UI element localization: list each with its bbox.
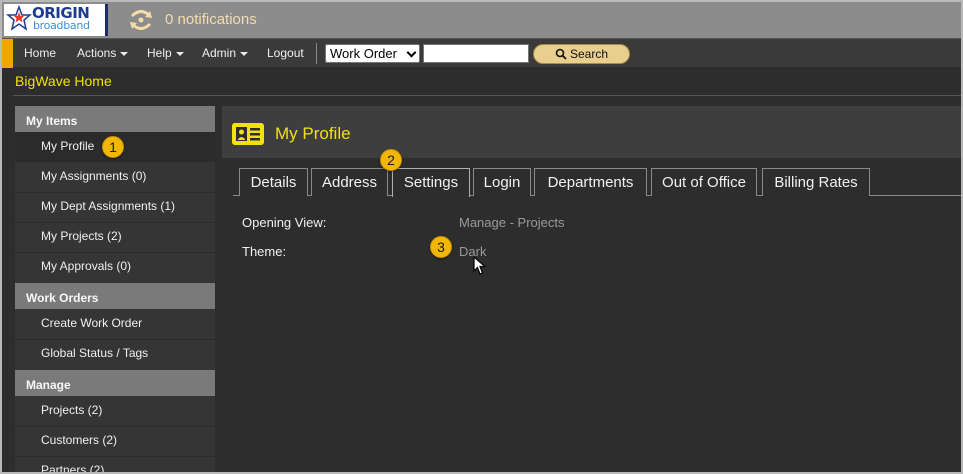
- notifications-icon[interactable]: [128, 8, 154, 32]
- tab-departments[interactable]: Departments: [534, 168, 647, 196]
- sidebar-item-global-status-tags[interactable]: Global Status / Tags: [15, 339, 215, 369]
- top-bar: ORIGIN broadband 0 notifications: [2, 2, 961, 38]
- sidebar-section-work-orders: Work Orders: [15, 283, 215, 309]
- chevron-down-icon: [240, 51, 249, 56]
- menu-divider: [316, 43, 317, 64]
- search-button[interactable]: Search: [533, 44, 630, 64]
- title-divider: [13, 95, 961, 96]
- search-icon: [555, 48, 567, 60]
- search-type-select[interactable]: Work Order: [325, 44, 420, 63]
- tab-details[interactable]: Details: [239, 168, 308, 196]
- sidebar-item-projects[interactable]: Projects (2): [15, 396, 215, 426]
- menu-help-label: Help: [147, 46, 172, 60]
- menu-logout[interactable]: Logout: [267, 46, 304, 60]
- sidebar-item-create-work-order[interactable]: Create Work Order: [15, 309, 215, 339]
- company-logo[interactable]: ORIGIN broadband: [4, 4, 108, 36]
- opening-view-value[interactable]: Manage - Projects: [459, 215, 565, 230]
- callout-badge-2: 2: [380, 149, 402, 171]
- main-panel: My Profile Details Address Settings Logi…: [222, 106, 961, 472]
- id-card-icon: [232, 123, 264, 145]
- star-icon: [6, 5, 32, 31]
- tab-billing-rates[interactable]: Billing Rates: [762, 168, 870, 196]
- menu-help[interactable]: Help: [147, 46, 184, 60]
- sidebar-item-my-assignments[interactable]: My Assignments (0): [15, 162, 215, 192]
- menu-accent-strip: [2, 39, 13, 68]
- notifications-count[interactable]: 0 notifications: [165, 11, 257, 28]
- main-menu-bar: Home Actions Help Admin Logout Work Orde…: [2, 38, 961, 68]
- logo-text-sub: broadband: [33, 19, 90, 32]
- search-type-value: Work Order: [330, 46, 397, 61]
- tab-login[interactable]: Login: [473, 168, 531, 196]
- chevron-down-icon: [406, 47, 417, 58]
- opening-view-label: Opening View:: [242, 215, 327, 230]
- menu-home[interactable]: Home: [24, 46, 56, 60]
- search-button-label: Search: [569, 47, 609, 61]
- app-window: ORIGIN broadband 0 notifications Home Ac…: [0, 0, 963, 474]
- search-input[interactable]: [423, 44, 529, 63]
- menu-admin[interactable]: Admin: [202, 46, 249, 60]
- callout-badge-1: 1: [102, 136, 124, 158]
- sidebar-item-my-approvals[interactable]: My Approvals (0): [15, 252, 215, 282]
- sidebar-item-customers[interactable]: Customers (2): [15, 426, 215, 456]
- sidebar-section-manage: Manage: [15, 370, 215, 396]
- theme-label: Theme:: [242, 244, 287, 259]
- menu-actions-label: Actions: [77, 46, 117, 60]
- callout-badge-3: 3: [430, 236, 452, 258]
- tab-address[interactable]: Address: [311, 168, 388, 196]
- sidebar: My Items My Profile My Assignments (0) M…: [15, 106, 215, 472]
- profile-header: My Profile: [222, 106, 961, 158]
- menu-actions[interactable]: Actions: [77, 46, 129, 60]
- mouse-pointer-icon: [473, 256, 487, 275]
- chevron-down-icon: [175, 51, 184, 56]
- sidebar-item-my-projects[interactable]: My Projects (2): [15, 222, 215, 252]
- profile-title: My Profile: [275, 124, 351, 143]
- sidebar-item-my-dept-assignments[interactable]: My Dept Assignments (1): [15, 192, 215, 222]
- sidebar-section-my-items: My Items: [15, 106, 215, 132]
- tab-settings[interactable]: Settings: [392, 168, 470, 197]
- tab-out-of-office[interactable]: Out of Office: [651, 168, 757, 196]
- chevron-down-icon: [120, 51, 129, 56]
- page-title[interactable]: BigWave Home: [15, 73, 112, 89]
- menu-admin-label: Admin: [202, 46, 237, 60]
- sidebar-item-partners[interactable]: Partners (2): [15, 456, 215, 472]
